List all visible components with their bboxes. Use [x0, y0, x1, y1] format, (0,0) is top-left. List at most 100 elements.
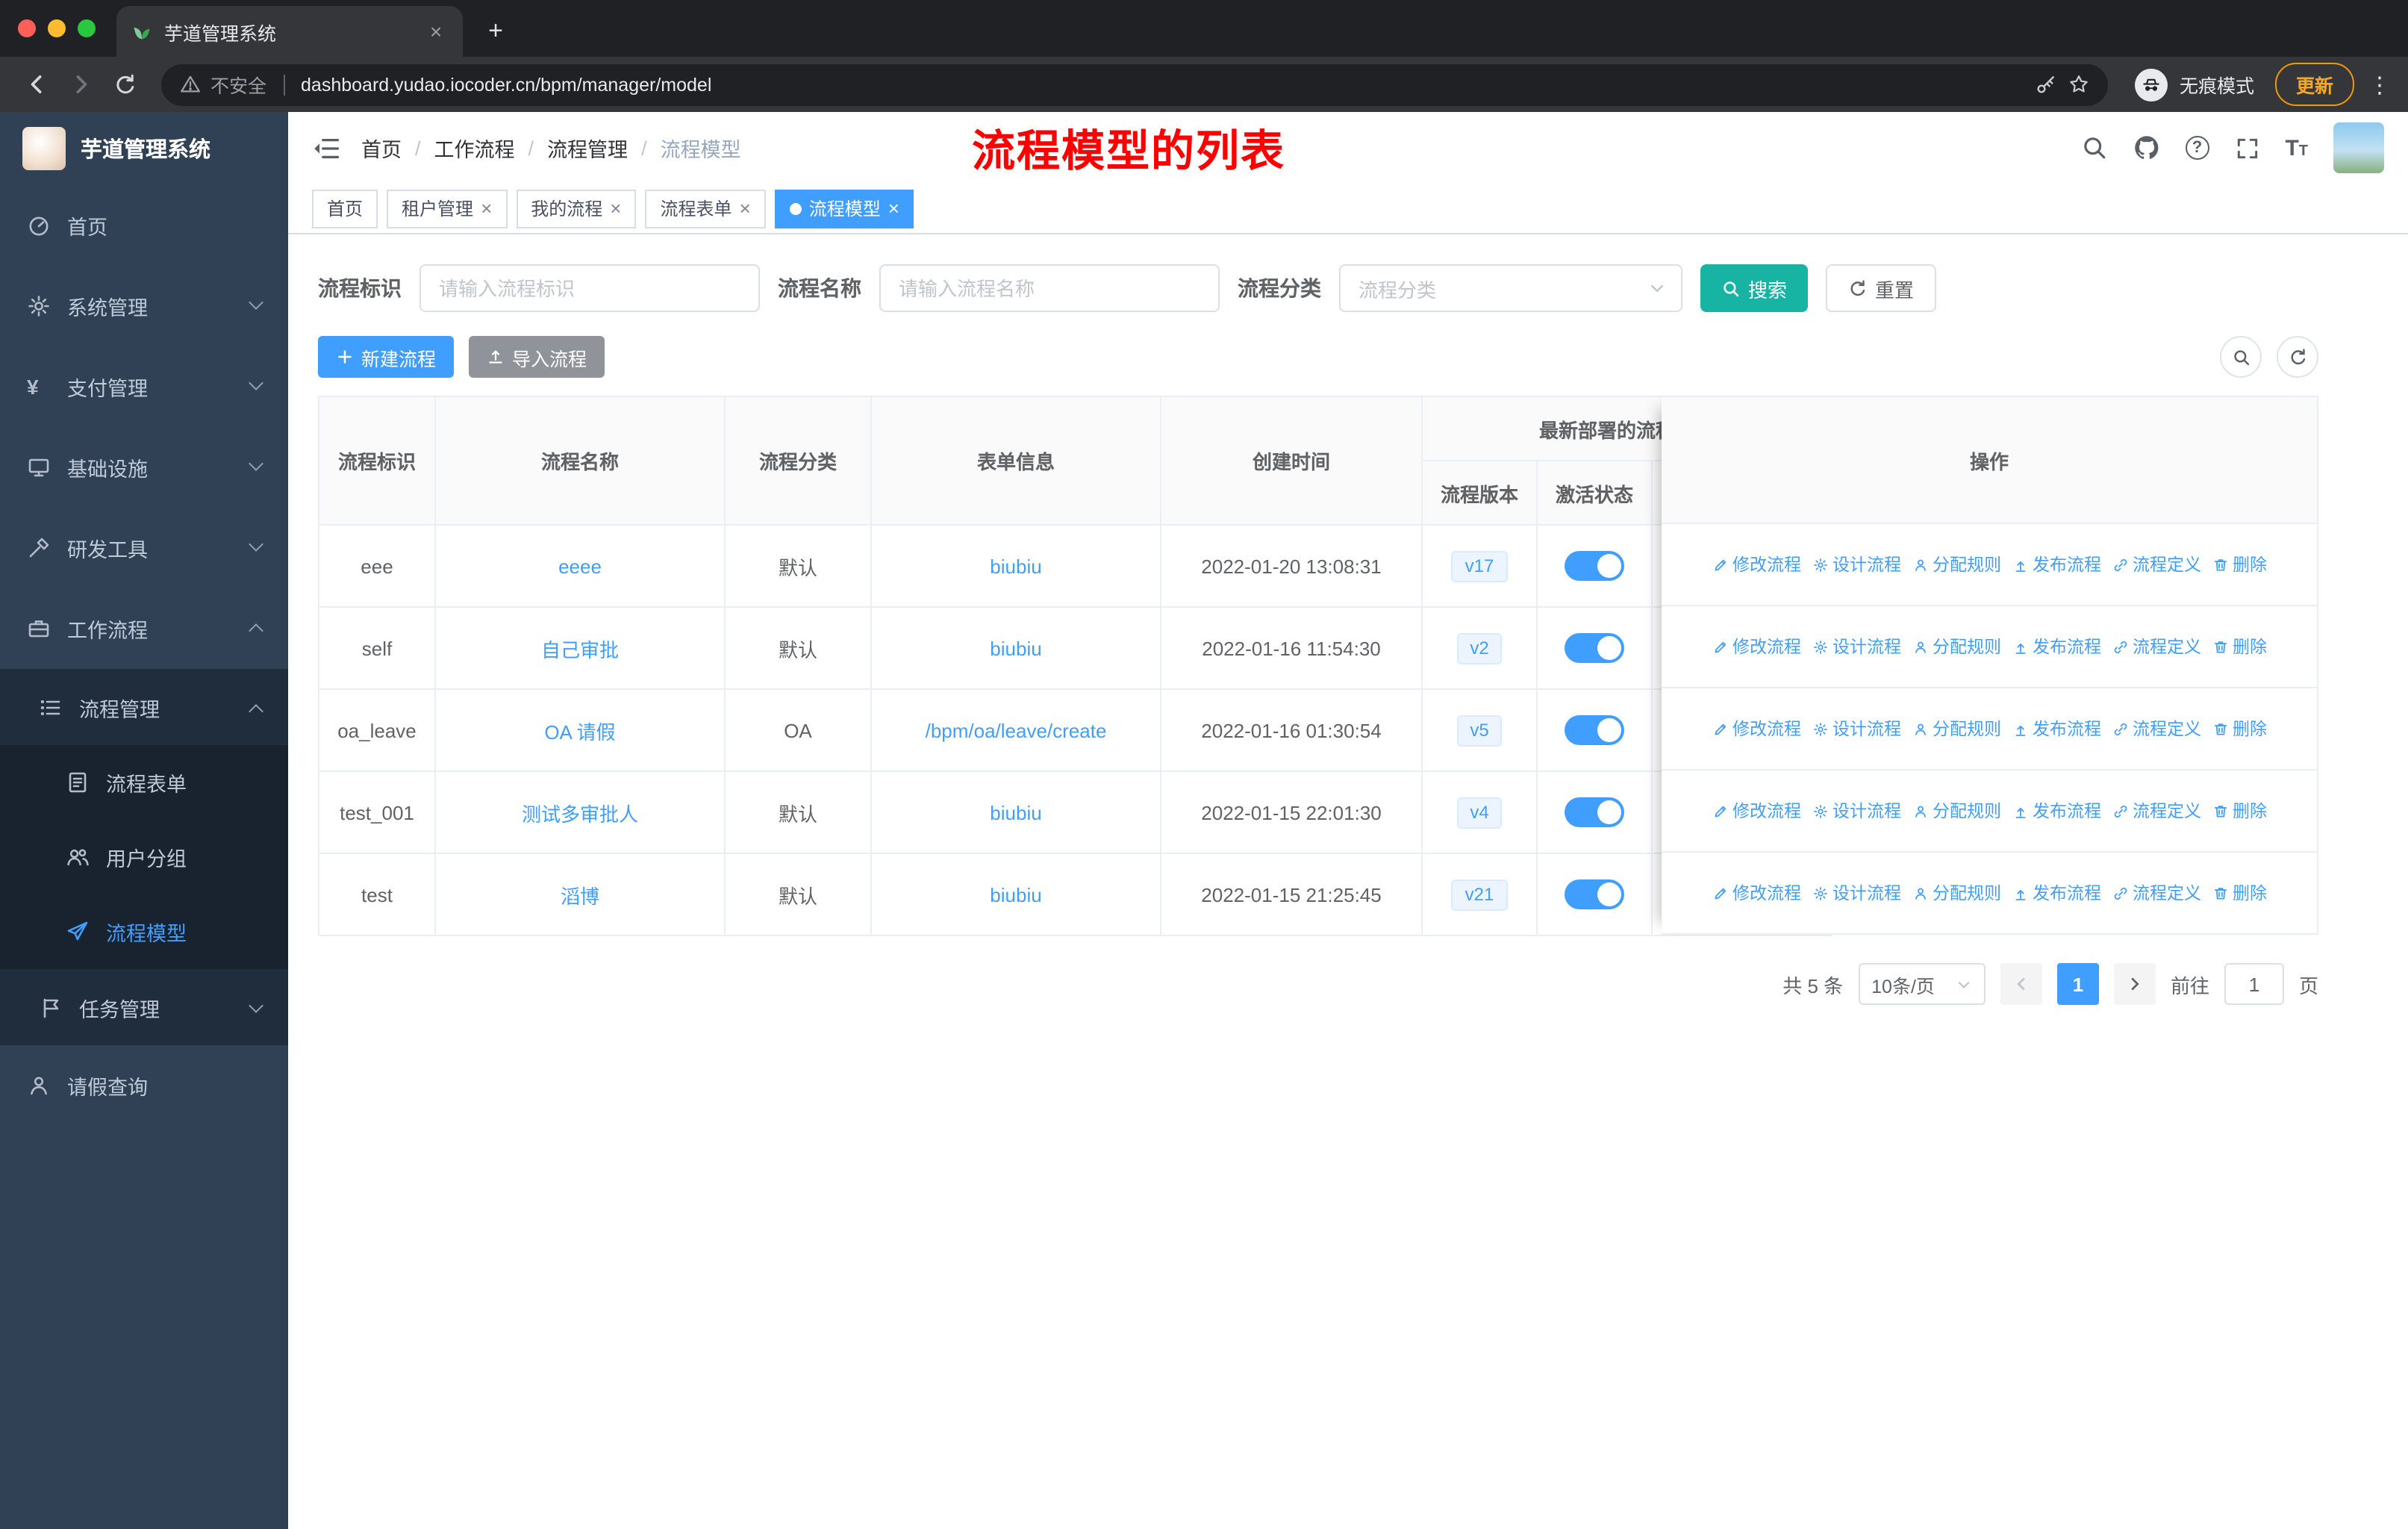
design-action-link[interactable]: 设计流程: [1812, 552, 1901, 576]
sidebar-item-devtools[interactable]: 研发工具: [0, 508, 288, 588]
delete-action-link[interactable]: 删除: [2212, 635, 2267, 658]
design-action-link[interactable]: 设计流程: [1812, 799, 1901, 823]
forward-icon[interactable]: [60, 63, 102, 105]
sidebar-item-user-group[interactable]: 用户分组: [0, 820, 288, 894]
assign-action-link[interactable]: 分配规则: [1912, 881, 2001, 905]
form-info-link[interactable]: biubiu: [990, 883, 1041, 906]
assign-action-link[interactable]: 分配规则: [1912, 635, 2001, 658]
assign-action-link[interactable]: 分配规则: [1912, 552, 2001, 576]
version-badge[interactable]: v4: [1456, 797, 1503, 828]
version-badge[interactable]: v2: [1456, 632, 1503, 664]
process-key-input[interactable]: [419, 264, 760, 312]
close-icon[interactable]: ×: [610, 199, 621, 218]
new-tab-button[interactable]: +: [475, 10, 517, 52]
font-size-icon[interactable]: TT: [2285, 137, 2308, 159]
publish-action-link[interactable]: 发布流程: [2012, 552, 2101, 576]
tag-home[interactable]: 首页: [312, 189, 378, 228]
close-window-button[interactable]: [18, 19, 36, 37]
page-1-button[interactable]: 1: [2056, 963, 2099, 1005]
fullscreen-icon[interactable]: [2234, 135, 2259, 161]
breadcrumb-home[interactable]: 首页: [361, 133, 402, 163]
reload-icon[interactable]: [105, 63, 146, 105]
reset-button[interactable]: 重置: [1826, 264, 1937, 312]
sidebar-item-home[interactable]: 首页: [0, 185, 288, 266]
active-toggle[interactable]: [1565, 633, 1624, 663]
definition-action-link[interactable]: 流程定义: [2112, 799, 2201, 823]
search-button[interactable]: 搜索: [1700, 264, 1809, 312]
delete-action-link[interactable]: 删除: [2212, 717, 2267, 741]
form-info-link[interactable]: biubiu: [990, 801, 1041, 823]
delete-action-link[interactable]: 删除: [2212, 799, 2267, 823]
form-info-link[interactable]: biubiu: [990, 555, 1041, 577]
minimize-window-button[interactable]: [48, 19, 66, 37]
close-icon[interactable]: ×: [740, 199, 751, 218]
tag-process-model[interactable]: 流程模型 ×: [774, 189, 914, 228]
browser-menu-icon[interactable]: ⋮: [2366, 71, 2393, 98]
create-process-button[interactable]: 新建流程: [318, 336, 455, 378]
edit-action-link[interactable]: 修改流程: [1712, 552, 1801, 576]
sidebar-item-process-management[interactable]: 流程管理: [0, 669, 288, 745]
design-action-link[interactable]: 设计流程: [1812, 635, 1901, 658]
process-name-link[interactable]: 自己审批: [541, 634, 619, 662]
publish-action-link[interactable]: 发布流程: [2012, 799, 2101, 823]
github-icon[interactable]: [2133, 134, 2159, 161]
assign-action-link[interactable]: 分配规则: [1912, 717, 2001, 741]
update-button[interactable]: 更新: [2274, 63, 2354, 106]
sidebar-item-process-form[interactable]: 流程表单: [0, 745, 288, 820]
toggle-search-button[interactable]: [2220, 336, 2262, 378]
next-page-button[interactable]: [2113, 963, 2156, 1005]
breadcrumb-process-management[interactable]: 流程管理: [547, 133, 628, 163]
goto-page-input[interactable]: [2224, 963, 2284, 1005]
design-action-link[interactable]: 设计流程: [1812, 881, 1901, 905]
tag-process-form[interactable]: 流程表单 ×: [645, 189, 766, 228]
active-toggle[interactable]: [1565, 715, 1624, 745]
sidebar-item-payment[interactable]: ¥ 支付管理: [0, 346, 288, 427]
process-category-select[interactable]: 流程分类: [1339, 264, 1682, 312]
definition-action-link[interactable]: 流程定义: [2112, 635, 2201, 658]
publish-action-link[interactable]: 发布流程: [2012, 635, 2101, 658]
definition-action-link[interactable]: 流程定义: [2112, 552, 2201, 576]
process-name-link[interactable]: eeee: [558, 555, 602, 577]
sidebar-fold-icon[interactable]: [312, 134, 340, 162]
process-name-link[interactable]: OA 请假: [544, 716, 615, 744]
version-badge[interactable]: v17: [1451, 550, 1508, 582]
design-action-link[interactable]: 设计流程: [1812, 717, 1901, 741]
sidebar-item-infrastructure[interactable]: 基础设施: [0, 427, 288, 508]
tab-close-icon[interactable]: ×: [424, 19, 448, 43]
edit-action-link[interactable]: 修改流程: [1712, 635, 1801, 658]
active-toggle[interactable]: [1565, 879, 1624, 909]
edit-action-link[interactable]: 修改流程: [1712, 717, 1801, 741]
sidebar-item-leave-query[interactable]: 请假查询: [0, 1045, 288, 1126]
active-toggle[interactable]: [1565, 551, 1624, 581]
search-icon[interactable]: [2080, 134, 2107, 161]
address-bar[interactable]: 不安全 dashboard.yudao.iocoder.cn/bpm/manag…: [161, 63, 2108, 105]
publish-action-link[interactable]: 发布流程: [2012, 881, 2101, 905]
sidebar-item-task-management[interactable]: 任务管理: [0, 969, 288, 1045]
form-info-link[interactable]: /bpm/oa/leave/create: [926, 719, 1107, 741]
assign-action-link[interactable]: 分配规则: [1912, 799, 2001, 823]
definition-action-link[interactable]: 流程定义: [2112, 717, 2201, 741]
password-key-icon[interactable]: [2035, 73, 2057, 96]
close-icon[interactable]: ×: [888, 199, 899, 218]
process-name-link[interactable]: 测试多审批人: [522, 798, 638, 826]
breadcrumb-workflow[interactable]: 工作流程: [434, 133, 515, 163]
publish-action-link[interactable]: 发布流程: [2012, 717, 2101, 741]
definition-action-link[interactable]: 流程定义: [2112, 881, 2201, 905]
page-size-select[interactable]: 10条/页: [1858, 963, 1986, 1005]
active-toggle[interactable]: [1565, 797, 1624, 827]
sidebar-item-workflow[interactable]: 工作流程: [0, 588, 288, 669]
process-name-link[interactable]: 滔博: [561, 880, 599, 909]
tag-my-process[interactable]: 我的流程 ×: [516, 189, 637, 228]
help-icon[interactable]: ?: [2185, 136, 2209, 160]
sidebar-item-system[interactable]: 系统管理: [0, 266, 288, 346]
delete-action-link[interactable]: 删除: [2212, 552, 2267, 576]
browser-tab[interactable]: 芋道管理系统 ×: [116, 6, 463, 57]
tag-tenant[interactable]: 租户管理 ×: [387, 189, 508, 228]
maximize-window-button[interactable]: [78, 19, 96, 37]
import-process-button[interactable]: 导入流程: [469, 336, 605, 378]
form-info-link[interactable]: biubiu: [990, 637, 1041, 659]
refresh-table-button[interactable]: [2277, 336, 2318, 378]
prev-page-button[interactable]: [2000, 963, 2042, 1005]
close-icon[interactable]: ×: [481, 199, 492, 218]
edit-action-link[interactable]: 修改流程: [1712, 881, 1801, 905]
